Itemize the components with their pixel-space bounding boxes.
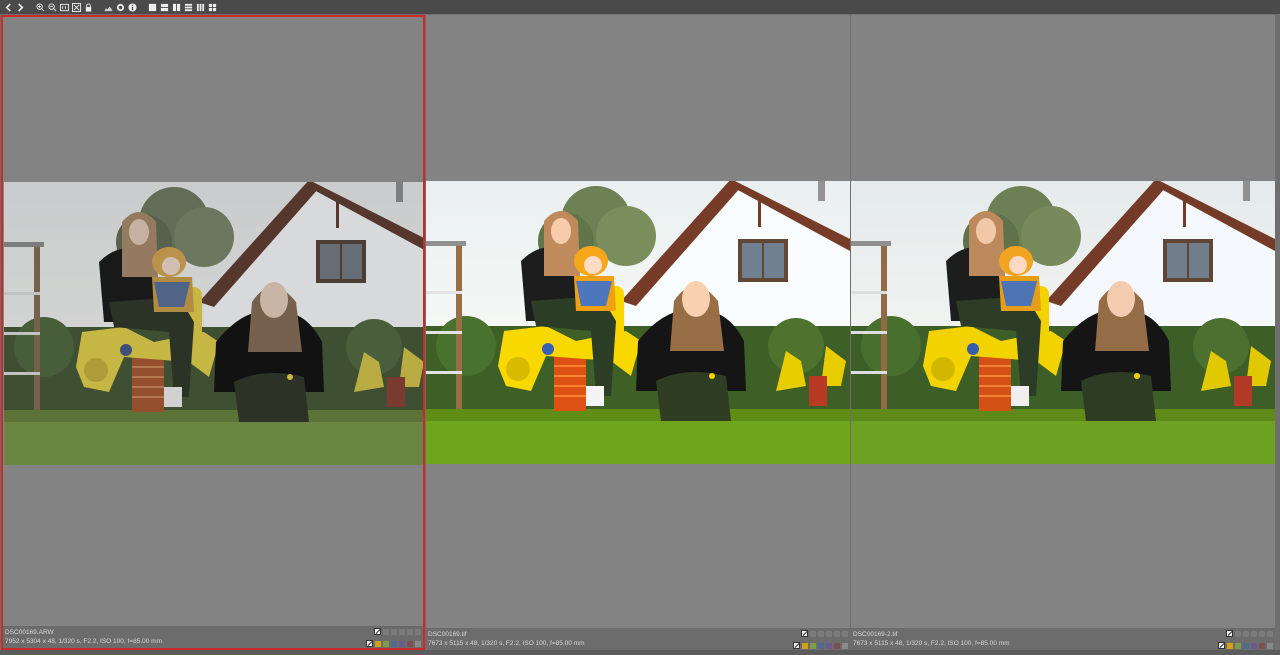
prev-icon[interactable] [3, 2, 13, 12]
zoom-in-icon[interactable] [35, 2, 45, 12]
photo-preview[interactable] [426, 181, 850, 464]
color-label-blue[interactable] [818, 642, 824, 649]
reject-flag-icon[interactable] [366, 640, 373, 647]
star-icon[interactable] [399, 628, 405, 635]
layout-2-rows-icon[interactable] [159, 2, 169, 12]
rating[interactable] [374, 628, 421, 635]
star-icon[interactable] [1259, 630, 1265, 637]
color-label-blue[interactable] [1243, 642, 1249, 649]
color-labels[interactable] [1218, 642, 1273, 649]
info-bar: DSC00169-2.tif 7673 x 5115 x 48, 1/320 s… [851, 628, 1275, 650]
rating[interactable] [1226, 630, 1273, 637]
zoom-out-icon[interactable] [47, 2, 57, 12]
color-labels[interactable] [366, 640, 421, 647]
compare-pane-3[interactable]: DSC00169-2.tif 7673 x 5115 x 48, 1/320 s… [851, 15, 1275, 650]
star-icon[interactable] [834, 630, 840, 637]
color-label-red[interactable] [834, 642, 840, 649]
filename: DSC00169-2.tif [853, 631, 898, 638]
color-label-gray[interactable] [1267, 642, 1273, 649]
filename: DSC00169.tif [428, 631, 467, 638]
info-bar: DSC00169.tif 7673 x 5115 x 48, 1/320 s, … [426, 628, 850, 650]
toolbar [0, 0, 1280, 14]
color-label-gray[interactable] [415, 640, 421, 647]
reject-flag-icon[interactable] [801, 630, 808, 637]
star-icon[interactable] [1251, 630, 1257, 637]
color-label-purple[interactable] [1251, 642, 1257, 649]
layout-4-icon[interactable] [207, 2, 217, 12]
star-icon[interactable] [415, 628, 421, 635]
color-label-green[interactable] [1235, 642, 1241, 649]
exif-info: 7673 x 5115 x 48, 1/320 s, F2.2, ISO 100… [428, 640, 585, 647]
photo-preview[interactable] [851, 181, 1275, 464]
star-icon[interactable] [1235, 630, 1241, 637]
layout-3-cols-icon[interactable] [195, 2, 205, 12]
photo-preview[interactable] [4, 182, 423, 465]
status-strip [0, 650, 1280, 655]
compare-pane-2[interactable]: DSC00169.tif 7673 x 5115 x 48, 1/320 s, … [426, 15, 850, 650]
star-icon[interactable] [826, 630, 832, 637]
exif-info: 7952 x 5304 x 48, 1/320 s, F2.2, ISO 100… [5, 638, 162, 645]
next-icon[interactable] [15, 2, 25, 12]
star-icon[interactable] [810, 630, 816, 637]
color-label-purple[interactable] [399, 640, 405, 647]
star-icon[interactable] [407, 628, 413, 635]
reject-flag-icon[interactable] [1218, 642, 1225, 649]
focus-point-icon[interactable] [115, 2, 125, 12]
color-label-green[interactable] [810, 642, 816, 649]
fit-screen-icon[interactable] [71, 2, 81, 12]
star-icon[interactable] [1243, 630, 1249, 637]
layout-3-rows-icon[interactable] [183, 2, 193, 12]
filename: DSC00169.ARW [5, 629, 54, 636]
layout-2-cols-icon[interactable] [171, 2, 181, 12]
info-icon[interactable] [127, 2, 137, 12]
reject-flag-icon[interactable] [374, 628, 381, 635]
color-label-green[interactable] [383, 640, 389, 647]
layout-1-icon[interactable] [147, 2, 157, 12]
rating[interactable] [801, 630, 848, 637]
color-label-purple[interactable] [826, 642, 832, 649]
info-bar: DSC00169.ARW 7952 x 5304 x 48, 1/320 s, … [3, 626, 423, 648]
star-icon[interactable] [842, 630, 848, 637]
histogram-icon[interactable] [103, 2, 113, 12]
exif-info: 7673 x 5115 x 48, 1/320 s, F2.2, ISO 100… [853, 640, 1010, 647]
color-label-red[interactable] [1259, 642, 1265, 649]
color-label-blue[interactable] [391, 640, 397, 647]
star-icon[interactable] [818, 630, 824, 637]
color-label-gray[interactable] [842, 642, 848, 649]
star-icon[interactable] [391, 628, 397, 635]
color-label-yellow[interactable] [802, 642, 808, 649]
color-label-yellow[interactable] [1227, 642, 1233, 649]
star-icon[interactable] [1267, 630, 1273, 637]
color-labels[interactable] [793, 642, 848, 649]
zoom-100-icon[interactable] [59, 2, 69, 12]
reject-flag-icon[interactable] [1226, 630, 1233, 637]
color-label-yellow[interactable] [375, 640, 381, 647]
color-label-red[interactable] [407, 640, 413, 647]
star-icon[interactable] [383, 628, 389, 635]
compare-pane-1[interactable]: DSC00169.ARW 7952 x 5304 x 48, 1/320 s, … [1, 15, 425, 650]
lock-icon[interactable] [83, 2, 93, 12]
reject-flag-icon[interactable] [793, 642, 800, 649]
